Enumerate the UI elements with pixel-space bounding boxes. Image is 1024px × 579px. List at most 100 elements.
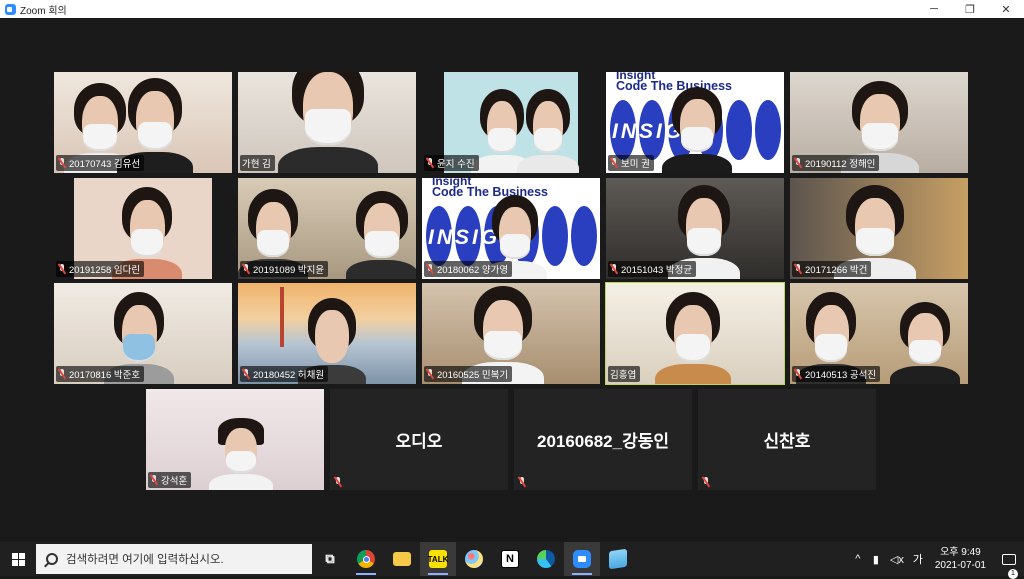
taskbar-app-edge[interactable] — [528, 542, 564, 576]
participant-tile[interactable]: 20190112 정해인 — [790, 72, 968, 173]
participant-name: 20160525 민복기 — [437, 370, 509, 381]
muted-mic-icon — [794, 264, 802, 274]
paint-icon — [465, 550, 483, 568]
search-placeholder: 검색하려면 여기에 입력하십시오. — [66, 554, 224, 566]
participant-name-tag: 김홍엽 — [608, 366, 641, 382]
participant-name: 20191089 박지윤 — [253, 265, 325, 276]
windows-taskbar: 검색하려면 여기에 입력하십시오. ⧉ TALK N ^ ▮ ◁x 가 오후 9… — [0, 542, 1024, 579]
maximize-button[interactable]: ❐ — [952, 0, 988, 18]
ime-indicator[interactable]: 가 — [909, 551, 927, 567]
participant-name-tag: 20170816 박준호 — [56, 366, 145, 382]
participant-tile[interactable]: 20170816 박준호 — [54, 283, 232, 384]
participant-name: 20180062 양가영 — [437, 265, 509, 276]
search-icon — [46, 553, 58, 565]
taskbar-app-zoom[interactable] — [564, 542, 600, 576]
task-view-button[interactable]: ⧉ — [312, 542, 348, 576]
taskbar-app-notepad[interactable] — [600, 542, 636, 576]
participant-name-tag: 20140513 공석진 — [792, 366, 881, 382]
task-view-icon: ⧉ — [325, 551, 335, 566]
notepad-icon — [609, 548, 627, 570]
window-title: Zoom 회의 — [20, 5, 67, 17]
participant-name-tag: 강석훈 — [148, 472, 192, 488]
participant-tile[interactable]: 20180452 허채원 — [238, 283, 416, 384]
muted-mic-icon — [794, 158, 802, 168]
participant-name-tag: 가현 김 — [240, 155, 275, 171]
tray-chevron-up-icon[interactable]: ^ — [849, 553, 867, 565]
participant-name-tag: 20151043 박정균 — [608, 261, 697, 277]
participant-name-tag: 20190112 정해인 — [792, 155, 880, 171]
participant-name: 20170743 김유선 — [69, 159, 141, 170]
participant-name: 윤지 수진 — [437, 159, 475, 170]
taskbar-search-box[interactable]: 검색하려면 여기에 입력하십시오. — [36, 544, 312, 574]
muted-mic-icon — [334, 477, 342, 487]
muted-mic-icon — [58, 264, 66, 274]
file-explorer-icon — [393, 552, 411, 566]
participant-name: 보미 권 — [621, 159, 650, 170]
notion-icon: N — [501, 550, 519, 568]
participant-tile[interactable]: 20191089 박지윤 — [238, 178, 416, 279]
participant-tile[interactable]: 20160525 민복기 — [422, 283, 600, 384]
start-button[interactable] — [0, 542, 36, 576]
participant-name: 20190112 정해인 — [805, 159, 876, 170]
edge-icon — [537, 550, 555, 568]
participant-tile[interactable]: 20151043 박정균 — [606, 178, 784, 279]
muted-mic-icon — [702, 477, 710, 487]
participant-name-tag: 20191258 임다린 — [56, 261, 145, 277]
window-titlebar: Zoom 회의 ─ ❐ ✕ — [0, 0, 1024, 18]
notification-center-button[interactable]: 1 — [994, 553, 1024, 579]
minimize-button[interactable]: ─ — [916, 0, 952, 18]
participant-tile[interactable]: Insight Code The Business INSIGHT 201800… — [422, 178, 600, 279]
zoom-icon — [573, 550, 591, 568]
chrome-icon — [357, 550, 375, 568]
battery-icon[interactable]: ▮ — [867, 553, 885, 566]
muted-mic-icon — [242, 369, 250, 379]
system-tray: ^ ▮ ◁x 가 오후 9:49 2021-07-01 1 — [849, 542, 1024, 579]
participant-tile[interactable]: 20171266 박건 — [790, 178, 968, 279]
participant-tile[interactable]: 20140513 공석진 — [790, 283, 968, 384]
participant-name-tag: 20170743 김유선 — [56, 155, 145, 171]
muted-mic-icon — [426, 264, 434, 274]
taskbar-app-kakaotalk[interactable]: TALK — [420, 542, 456, 576]
muted-mic-icon — [610, 158, 618, 168]
audio-participant-name: 20160682_강동인 — [536, 432, 669, 451]
windows-logo-icon — [11, 552, 25, 566]
participant-name-tag: 윤지 수진 — [424, 155, 479, 171]
taskbar-app-chrome[interactable] — [348, 542, 384, 576]
taskbar-app-paint[interactable] — [456, 542, 492, 576]
audio-only-tile[interactable]: 신찬호 — [698, 389, 876, 490]
participant-name: 강석훈 — [161, 476, 188, 487]
notification-count-badge: 1 — [1008, 568, 1018, 579]
taskbar-app-file-explorer[interactable] — [384, 542, 420, 576]
kakaotalk-icon: TALK — [428, 550, 448, 568]
participant-tile[interactable]: 강석훈 — [146, 389, 324, 490]
bridge-tower — [280, 287, 284, 347]
muted-mic-icon — [150, 475, 158, 485]
participant-tile[interactable]: 윤지 수진 — [422, 72, 600, 173]
muted-mic-icon — [242, 264, 250, 274]
muted-mic-icon — [58, 369, 66, 379]
taskbar-app-notion[interactable]: N — [492, 542, 528, 576]
participant-tile[interactable]: 가현 김 — [238, 72, 416, 173]
participant-name: 김홍엽 — [610, 370, 637, 381]
participant-name: 20170816 박준호 — [69, 370, 141, 381]
participant-name: 20191258 임다린 — [69, 265, 141, 276]
participant-tile[interactable]: Insight Code The Business INSIGHT 보미 권 — [606, 72, 784, 173]
participant-name-tag: 20160525 민복기 — [424, 366, 513, 382]
audio-only-tile[interactable]: 20160682_강동인 — [514, 389, 692, 490]
participant-name: 20140513 공석진 — [805, 370, 877, 381]
participant-tile[interactable]: 20170743 김유선 — [54, 72, 232, 173]
participant-name: 20180452 허채원 — [253, 370, 325, 381]
muted-mic-icon — [58, 158, 66, 168]
active-speaker-tile[interactable]: 김홍엽 — [605, 282, 785, 385]
participant-name: 가현 김 — [242, 159, 271, 170]
close-button[interactable]: ✕ — [988, 0, 1024, 18]
gallery-view: 20170743 김유선 가현 김 윤지 수진 Insight Code The… — [0, 18, 1024, 542]
taskbar-clock[interactable]: 오후 9:49 2021-07-01 — [927, 546, 994, 572]
volume-muted-icon[interactable]: ◁x — [885, 553, 909, 566]
participant-tile[interactable]: 20191258 임다린 — [54, 178, 232, 279]
audio-participant-name: 신찬호 — [763, 432, 811, 451]
participant-name: 20171266 박건 — [805, 265, 868, 276]
audio-only-tile[interactable]: 오디오 — [330, 389, 508, 490]
muted-mic-icon — [426, 158, 434, 168]
muted-mic-icon — [518, 477, 526, 487]
